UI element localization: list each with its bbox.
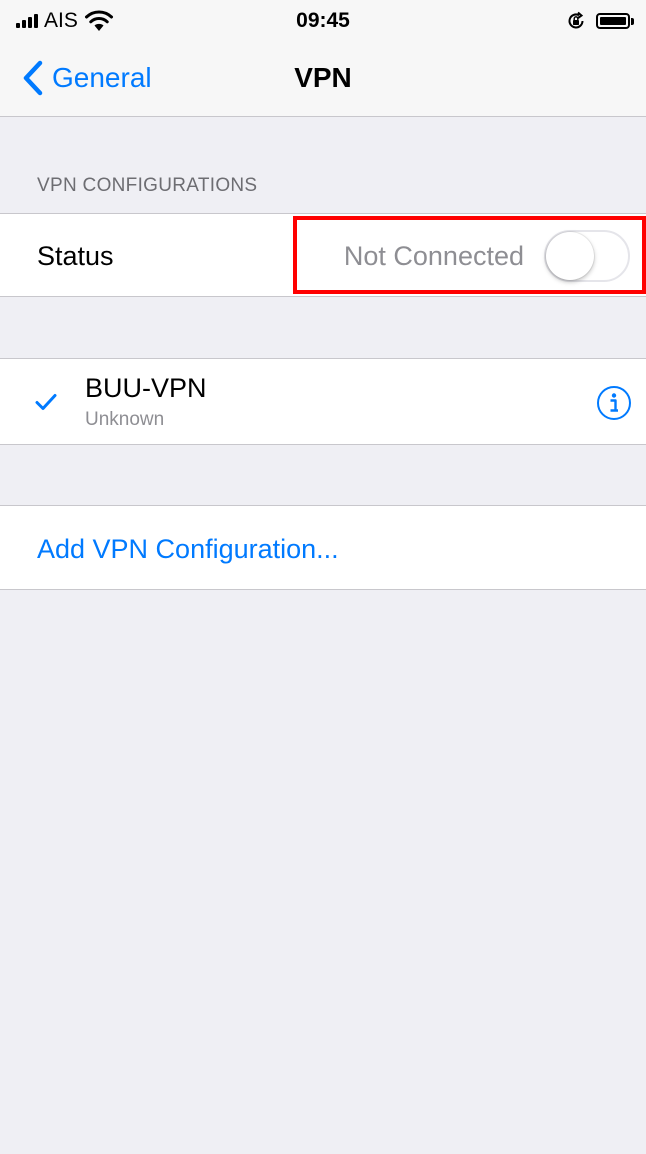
navigation-bar: General VPN — [0, 40, 646, 117]
toggle-knob — [546, 232, 594, 280]
status-bar: AIS 09:45 — [0, 0, 646, 40]
page-title: VPN — [294, 62, 352, 93]
section-header-vpn-configurations: VPN CONFIGURATIONS — [37, 175, 258, 196]
checkmark-icon — [35, 394, 57, 410]
status-row: Status Not Connected — [0, 213, 646, 297]
vpn-configuration-row[interactable]: BUU-VPN Unknown — [0, 358, 646, 445]
add-vpn-configuration-label: Add VPN Configuration... — [37, 534, 339, 564]
add-vpn-configuration-button[interactable]: Add VPN Configuration... — [0, 505, 646, 590]
status-bar-time: 09:45 — [296, 9, 350, 32]
status-bar-right — [566, 10, 634, 32]
rotation-lock-icon — [568, 11, 584, 29]
status-value: Not Connected — [343, 241, 524, 271]
vpn-configuration-status: Unknown — [85, 409, 165, 430]
vpn-status-toggle[interactable] — [544, 230, 630, 282]
status-label: Status — [37, 241, 114, 271]
battery-icon — [596, 13, 634, 29]
vpn-configuration-name: BUU-VPN — [85, 373, 207, 403]
info-icon[interactable] — [596, 385, 632, 421]
